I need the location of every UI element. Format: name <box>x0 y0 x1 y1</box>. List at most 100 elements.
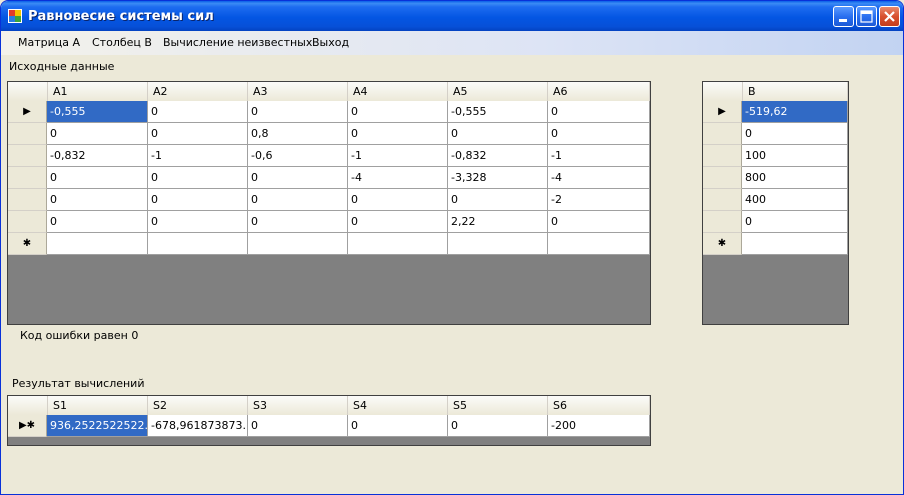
new-row-header[interactable]: ✱ <box>8 233 47 255</box>
minimize-icon <box>839 19 847 22</box>
vector-b-cell[interactable]: -519,62 <box>742 101 848 123</box>
close-button[interactable] <box>879 6 900 27</box>
matrix-a-new-cell[interactable] <box>448 233 548 255</box>
matrix-a-cell[interactable]: 0 <box>348 189 448 211</box>
row-header-current[interactable]: ▶ <box>8 101 47 123</box>
matrix-a-cell[interactable]: -0,832 <box>448 145 548 167</box>
matrix-a-cell[interactable]: 0 <box>548 211 650 233</box>
matrix-a-grid[interactable]: A1 A2 A3 A4 A5 A6 ▶ -0,555 0 0 0 -0,555 … <box>7 81 651 325</box>
matrix-a-cell[interactable]: 0 <box>47 167 148 189</box>
vector-b-cell[interactable]: 400 <box>742 189 848 211</box>
matrix-a-cell[interactable]: 0 <box>248 101 348 123</box>
result-grid[interactable]: S1 S2 S3 S4 S5 S6 ▶✱ 936,2522522522... -… <box>7 395 651 446</box>
vector-b-cell[interactable]: 100 <box>742 145 848 167</box>
row-header[interactable] <box>8 167 47 189</box>
matrix-a-cell[interactable]: 0 <box>248 189 348 211</box>
vector-b-new-cell[interactable] <box>742 233 848 255</box>
result-cell[interactable]: -678,961873873... <box>148 415 248 437</box>
matrix-a-cell[interactable]: -1 <box>548 145 650 167</box>
vector-b-cell[interactable]: 0 <box>742 211 848 233</box>
matrix-a-new-cell[interactable] <box>47 233 148 255</box>
vector-b-header: B <box>703 82 848 101</box>
vector-b-cell[interactable]: 0 <box>742 123 848 145</box>
matrix-a-cell[interactable]: 0 <box>47 211 148 233</box>
matrix-a-cell[interactable]: -0,6 <box>248 145 348 167</box>
menu-column-b[interactable]: Столбец В <box>92 36 152 49</box>
column-header-b[interactable]: B <box>743 82 848 101</box>
maximize-button[interactable] <box>856 6 877 27</box>
minimize-button[interactable] <box>833 6 854 27</box>
result-cell[interactable]: 936,2522522522... <box>47 415 148 437</box>
column-header-a2[interactable]: A2 <box>148 82 248 101</box>
column-header-a5[interactable]: A5 <box>448 82 548 101</box>
matrix-a-cell[interactable]: 0 <box>548 123 650 145</box>
row-header[interactable] <box>703 123 742 145</box>
matrix-a-cell[interactable]: 0 <box>348 211 448 233</box>
matrix-a-cell[interactable]: 0 <box>148 123 248 145</box>
matrix-a-cell[interactable]: -0,555 <box>448 101 548 123</box>
matrix-a-new-cell[interactable] <box>248 233 348 255</box>
matrix-a-cell[interactable]: -0,832 <box>47 145 148 167</box>
matrix-a-cell[interactable]: -2 <box>548 189 650 211</box>
matrix-a-cell[interactable]: 0 <box>47 189 148 211</box>
matrix-a-cell[interactable]: -1 <box>148 145 248 167</box>
row-header[interactable] <box>8 123 47 145</box>
matrix-a-cell[interactable]: 0 <box>248 211 348 233</box>
vector-b-cell[interactable]: 800 <box>742 167 848 189</box>
matrix-a-cell[interactable]: -1 <box>348 145 448 167</box>
matrix-a-cell[interactable]: 0 <box>148 101 248 123</box>
main-window: Равновесие системы сил Матрица А Столбец… <box>0 0 904 495</box>
result-header: S1 S2 S3 S4 S5 S6 <box>8 396 650 415</box>
matrix-a-header: A1 A2 A3 A4 A5 A6 <box>8 82 650 101</box>
matrix-a-new-cell[interactable] <box>148 233 248 255</box>
result-cell[interactable]: 0 <box>448 415 548 437</box>
vector-b-grid[interactable]: B ▶ -519,62 0 100 800 400 0 ✱ <box>702 81 849 325</box>
matrix-a-cell[interactable]: 0 <box>348 101 448 123</box>
menu-exit[interactable]: Выход <box>312 36 349 49</box>
column-header-a3[interactable]: A3 <box>248 82 348 101</box>
result-cell[interactable]: 0 <box>348 415 448 437</box>
matrix-a-cell[interactable]: 2,22 <box>448 211 548 233</box>
matrix-a-cell[interactable]: 0 <box>148 211 248 233</box>
matrix-a-cell[interactable]: -0,555 <box>47 101 148 123</box>
row-header-current[interactable]: ▶ <box>703 101 742 123</box>
matrix-a-cell[interactable]: 0 <box>47 123 148 145</box>
title-bar[interactable]: Равновесие системы сил <box>1 1 903 31</box>
matrix-a-new-cell[interactable] <box>348 233 448 255</box>
column-header-s5[interactable]: S5 <box>448 396 548 415</box>
matrix-a-cell[interactable]: 0 <box>448 189 548 211</box>
matrix-a-cell[interactable]: 0 <box>248 167 348 189</box>
new-row-header[interactable]: ✱ <box>703 233 742 255</box>
row-header[interactable] <box>703 145 742 167</box>
row-header[interactable] <box>8 189 47 211</box>
matrix-a-cell[interactable]: 0 <box>148 189 248 211</box>
matrix-a-new-cell[interactable] <box>548 233 650 255</box>
row-header[interactable] <box>8 211 47 233</box>
row-header-current-new[interactable]: ▶✱ <box>8 415 47 437</box>
column-header-s4[interactable]: S4 <box>348 396 448 415</box>
column-header-a1[interactable]: A1 <box>48 82 148 101</box>
matrix-a-cell[interactable]: -4 <box>548 167 650 189</box>
menu-compute-unknowns[interactable]: Вычисление неизвестных <box>163 36 312 49</box>
result-cell[interactable]: 0 <box>248 415 348 437</box>
row-header[interactable] <box>8 145 47 167</box>
column-header-a6[interactable]: A6 <box>548 82 650 101</box>
matrix-a-cell[interactable]: -3,328 <box>448 167 548 189</box>
matrix-a-cell[interactable]: 0 <box>448 123 548 145</box>
matrix-a-cell[interactable]: 0 <box>548 101 650 123</box>
maximize-icon <box>860 10 873 23</box>
matrix-a-cell[interactable]: -4 <box>348 167 448 189</box>
result-cell[interactable]: -200 <box>548 415 650 437</box>
column-header-s6[interactable]: S6 <box>548 396 650 415</box>
row-header[interactable] <box>703 189 742 211</box>
column-header-s3[interactable]: S3 <box>248 396 348 415</box>
column-header-s1[interactable]: S1 <box>48 396 148 415</box>
row-header[interactable] <box>703 167 742 189</box>
column-header-a4[interactable]: A4 <box>348 82 448 101</box>
matrix-a-cell[interactable]: 0 <box>148 167 248 189</box>
menu-matrix-a[interactable]: Матрица А <box>18 36 80 49</box>
matrix-a-cell[interactable]: 0 <box>348 123 448 145</box>
matrix-a-cell[interactable]: 0,8 <box>248 123 348 145</box>
row-header[interactable] <box>703 211 742 233</box>
column-header-s2[interactable]: S2 <box>148 396 248 415</box>
